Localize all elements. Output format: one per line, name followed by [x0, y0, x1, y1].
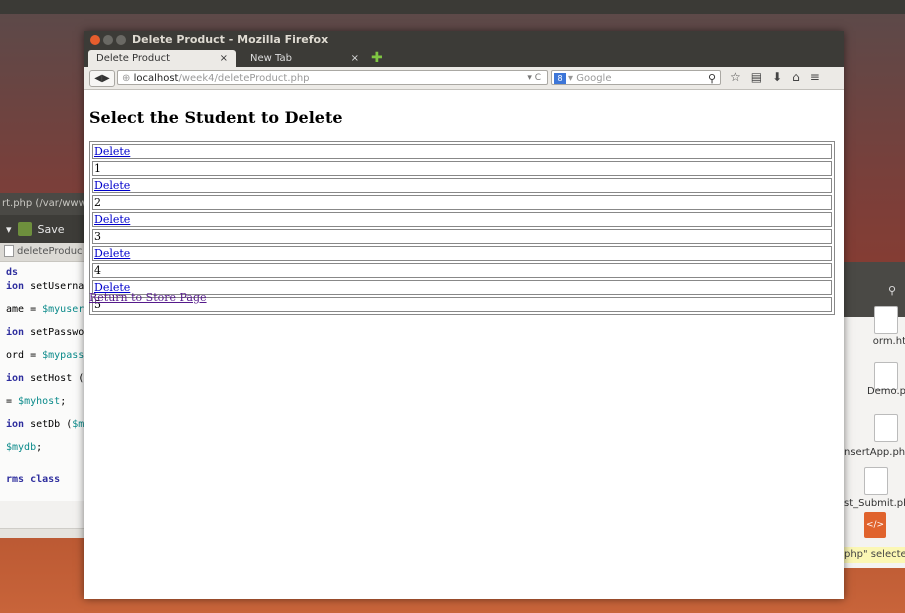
code-area[interactable]: ds ion setUsernam ame = $myuser ion setP… [0, 262, 86, 501]
tab-label: New Tab [250, 53, 292, 64]
reload-icon[interactable]: ▾ C [527, 71, 541, 86]
new-tab-button[interactable]: ✚ [371, 50, 383, 66]
close-tab-icon[interactable]: × [220, 50, 228, 67]
navigation-toolbar: ◀▶ ⊕ localhost/week4/deleteProduct.php ▾… [84, 67, 844, 90]
return-to-store-link[interactable]: Return to Store Page [89, 291, 207, 304]
back-forward-buttons[interactable]: ◀▶ [89, 70, 115, 87]
page-content: Select the Student to Delete Delete 1 De… [84, 90, 844, 599]
background-file-manager: ⚲ orm.ht Demo.p nsertApp.php st_Submit.p… [843, 262, 905, 568]
table-row: 2 [92, 195, 832, 210]
file-item[interactable]: Demo.p [844, 386, 905, 397]
tab-new-tab[interactable]: New Tab × [242, 50, 367, 67]
code-line: rms class [6, 474, 61, 485]
editor-title: rt.php (/var/www [0, 193, 86, 215]
delete-link[interactable]: Delete [94, 179, 130, 192]
forward-arrow-icon[interactable]: ▶ [102, 73, 110, 84]
file-icon[interactable] [874, 414, 898, 442]
search-icon[interactable]: ⚲ [888, 284, 896, 297]
code-line: ion setUsernam [6, 281, 86, 292]
code-line: = $myhost; [6, 396, 67, 407]
search-input[interactable]: Google [576, 73, 611, 84]
code-file-icon[interactable] [864, 467, 888, 495]
tab-label: Delete Product [96, 53, 171, 64]
url-host: localhost [133, 73, 179, 84]
table-cell: Delete [92, 246, 832, 261]
code-line: ion setDb ($m [6, 419, 85, 430]
editor-toolbar: ▾ Save [0, 215, 86, 243]
code-line: ion setPasswo [6, 327, 85, 338]
html-file-icon[interactable]: </> [864, 512, 886, 538]
table-cell: Delete [92, 178, 832, 193]
bookmarks-menu-icon[interactable]: ▤ [751, 70, 762, 85]
tab-delete-product[interactable]: Delete Product × [88, 50, 236, 67]
editor-tab[interactable]: deleteProduc [0, 243, 86, 262]
tab-strip: Delete Product × New Tab × ✚ [84, 49, 844, 67]
table-cell: Delete [92, 212, 832, 227]
student-id: 2 [92, 195, 832, 210]
code-line: ame = $myuser [6, 304, 85, 315]
file-item[interactable]: st_Submit.ph [844, 498, 905, 509]
desktop-top-panel [0, 0, 905, 14]
selection-status: php" selected [844, 547, 905, 563]
close-window-icon[interactable] [90, 35, 100, 45]
close-tab-icon[interactable]: × [351, 50, 359, 67]
student-id: 4 [92, 263, 832, 278]
table-row: Delete [92, 144, 832, 159]
firefox-window: Delete Product - Mozilla Firefox Delete … [84, 31, 844, 599]
window-title: Delete Product - Mozilla Firefox [132, 33, 329, 46]
student-id: 1 [92, 161, 832, 176]
table-row: 4 [92, 263, 832, 278]
editor-statusbar [0, 528, 86, 538]
delete-link[interactable]: Delete [94, 247, 130, 260]
editor-tab-label: deleteProduc [17, 246, 83, 257]
save-icon[interactable] [17, 222, 32, 236]
code-line: ion setHost ( [6, 373, 85, 384]
code-line: ds [6, 267, 19, 278]
back-arrow-icon[interactable]: ◀ [94, 73, 102, 84]
code-line: $mydb; [6, 442, 43, 453]
maximize-window-icon[interactable] [116, 35, 126, 45]
search-engine-icon[interactable]: 8 [554, 72, 566, 84]
globe-icon: ⊕ [122, 73, 131, 84]
delete-link[interactable]: Delete [94, 145, 130, 158]
table-row: 1 [92, 161, 832, 176]
save-button[interactable]: Save [38, 223, 65, 236]
background-editor-window: rt.php (/var/www ▾ Save deleteProduc ds … [0, 193, 86, 538]
dropdown-arrow-icon[interactable]: ▾ [568, 73, 573, 84]
student-id: 3 [92, 229, 832, 244]
table-row: 3 [92, 229, 832, 244]
code-line: ord = $mypass [6, 350, 85, 361]
file-icon[interactable] [874, 306, 898, 334]
url-path: /week4/deleteProduct.php [178, 73, 310, 84]
search-bar[interactable]: 8 ▾ Google ⚲ [551, 70, 721, 85]
table-cell: Delete [92, 144, 832, 159]
bookmark-star-icon[interactable]: ☆ [730, 70, 741, 85]
delete-link[interactable]: Delete [94, 213, 130, 226]
download-icon[interactable]: ⬇ [772, 70, 782, 85]
menu-icon[interactable]: ≡ [810, 70, 820, 85]
page-title: Select the Student to Delete [89, 108, 343, 127]
file-item[interactable]: orm.ht [844, 336, 905, 347]
toolbar-icons: ☆ ▤ ⬇ ⌂ ≡ [730, 70, 820, 85]
url-bar[interactable]: ⊕ localhost/week4/deleteProduct.php ▾ C [117, 70, 548, 85]
document-icon [4, 245, 14, 257]
table-row: Delete [92, 178, 832, 193]
window-titlebar[interactable]: Delete Product - Mozilla Firefox [84, 31, 844, 49]
table-row: Delete [92, 212, 832, 227]
home-icon[interactable]: ⌂ [792, 70, 800, 85]
file-item[interactable]: nsertApp.php [844, 447, 905, 458]
table-row: Delete [92, 246, 832, 261]
dropdown-arrow-icon[interactable]: ▾ [6, 223, 12, 236]
search-icon[interactable]: ⚲ [708, 71, 716, 86]
student-table: Delete 1 Delete 2 Delete 3 Delete 4 Dele… [89, 141, 835, 315]
minimize-window-icon[interactable] [103, 35, 113, 45]
